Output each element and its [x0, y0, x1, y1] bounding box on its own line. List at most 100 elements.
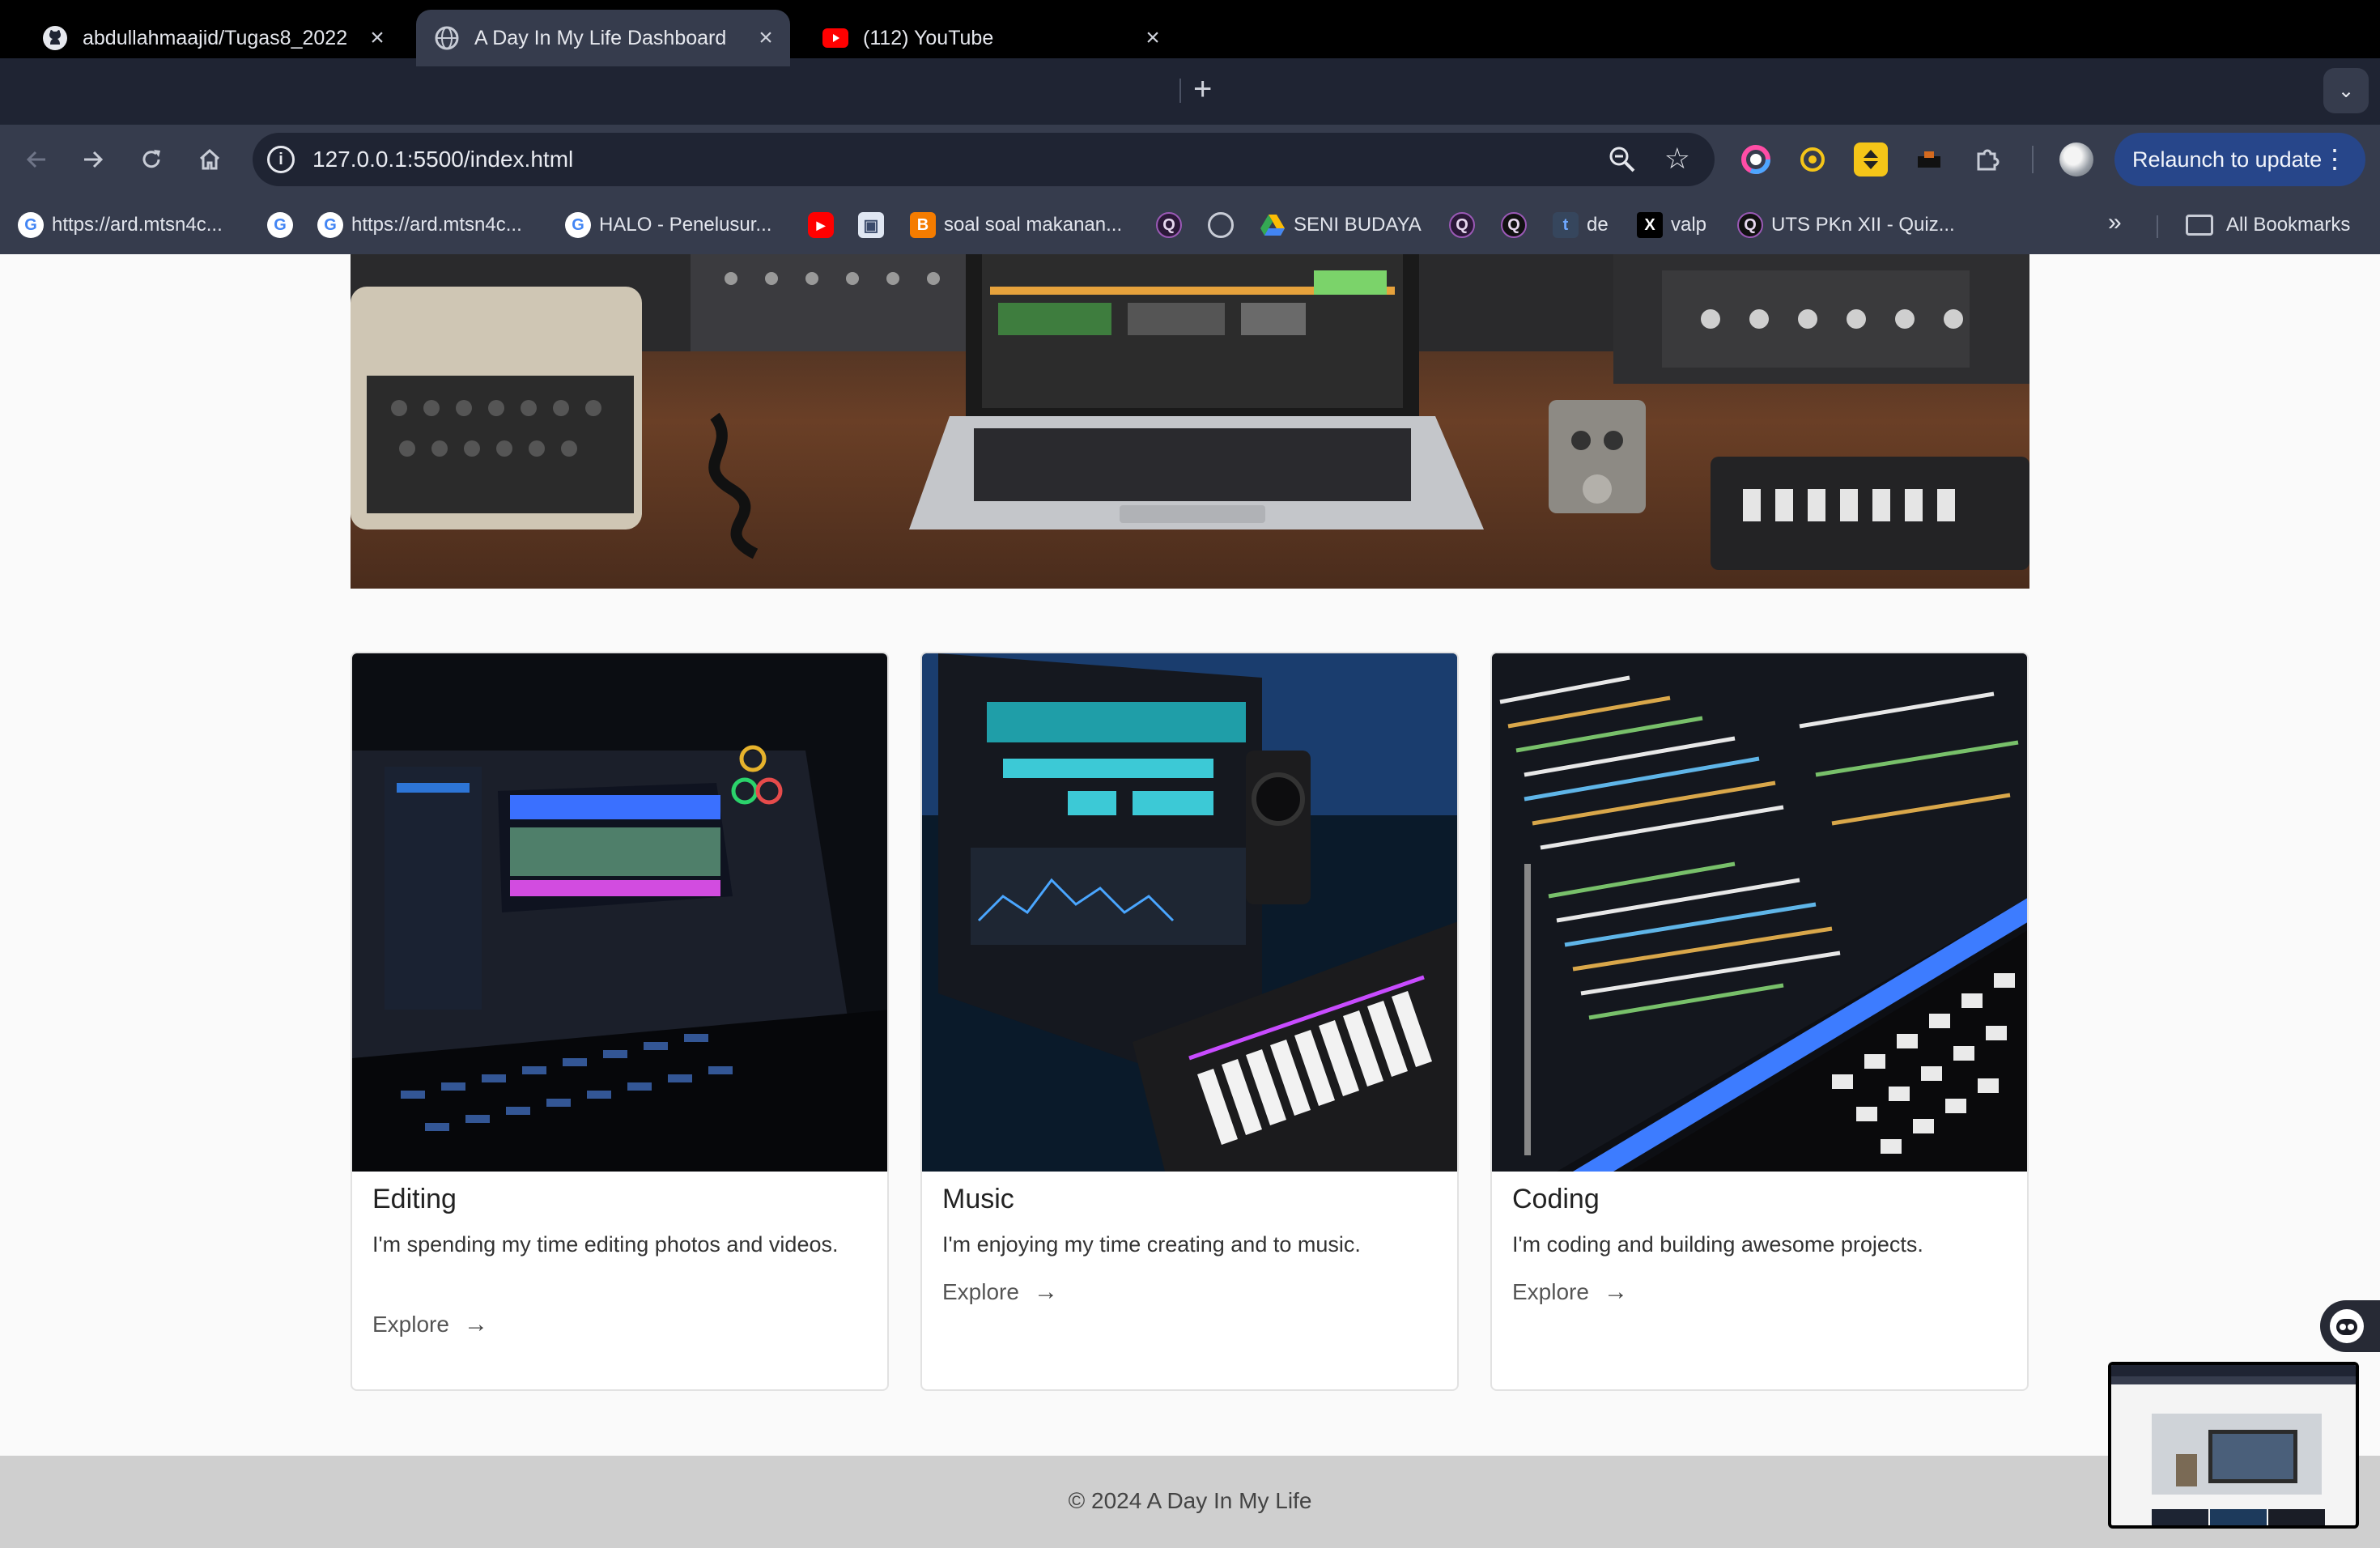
bookmark-item[interactable]: SENI BUDAYA — [1260, 209, 1422, 241]
bookmark-item[interactable]: G HALO - Penelusur... — [565, 209, 771, 241]
reload-icon — [142, 150, 160, 168]
home-icon — [199, 148, 220, 170]
tab-title: A Day In My Life Dashboard — [474, 26, 727, 49]
bookmark-star-icon[interactable]: ☆ — [1664, 142, 1690, 176]
folder-icon — [2186, 215, 2213, 236]
close-icon[interactable]: × — [753, 25, 779, 51]
tab-search-button[interactable]: ⌄ — [2323, 68, 2369, 113]
more-bookmarks-icon[interactable]: » — [2108, 209, 2122, 236]
chevron-down-icon: ⌄ — [2337, 79, 2355, 102]
quizizz-icon: Q — [1501, 212, 1527, 238]
card-title: Editing — [372, 1184, 457, 1214]
tab-dashboard[interactable]: A Day In My Life Dashboard × — [416, 10, 790, 66]
explore-label: Explore — [372, 1312, 449, 1337]
extension-color-icon[interactable] — [1739, 142, 1773, 176]
blogger-icon: B — [910, 212, 936, 238]
card-text: I'm spending my time editing photos and … — [372, 1232, 839, 1257]
app-icon: ▣ — [858, 212, 884, 238]
bookmark-item[interactable]: ▣ — [858, 209, 892, 241]
google-icon: G — [18, 212, 44, 238]
bookmark-item[interactable]: G — [267, 209, 301, 241]
reload-button[interactable] — [133, 141, 170, 178]
x-icon: X — [1637, 212, 1663, 238]
quizizz-icon: Q — [1737, 212, 1763, 238]
zoom-icon[interactable] — [1606, 143, 1638, 176]
bookmark-item[interactable]: Q UTS PKn XII - Quiz... — [1737, 209, 1955, 241]
hero-image — [351, 254, 2029, 589]
back-button[interactable] — [18, 141, 55, 178]
arrow-right-icon: → — [1033, 1278, 1058, 1305]
extension-arrows-icon[interactable] — [1854, 142, 1888, 176]
explore-link[interactable]: Explore → — [1512, 1278, 1628, 1306]
quizizz-icon: Q — [1449, 212, 1475, 238]
music-image — [922, 653, 1457, 1172]
bookmark-label: https://ard.mtsn4c... — [52, 214, 223, 236]
all-bookmarks-label: All Bookmarks — [2226, 214, 2351, 236]
home-button[interactable] — [191, 141, 228, 178]
bookmark-label: HALO - Penelusur... — [599, 214, 772, 236]
explore-label: Explore — [942, 1279, 1019, 1304]
forward-button[interactable] — [74, 141, 112, 178]
bookmark-label: soal soal makanan... — [944, 214, 1123, 236]
tab-youtube[interactable]: (112) YouTube × — [805, 10, 1177, 66]
card-music: Music I'm enjoying my time creating and … — [920, 652, 1459, 1391]
close-icon[interactable]: × — [1140, 25, 1166, 51]
tab-github[interactable]: abdullahmaajid/Tugas8_2022 × — [24, 10, 402, 66]
arrow-left-icon — [26, 151, 45, 168]
close-icon[interactable]: × — [364, 25, 390, 51]
google-icon: G — [565, 212, 591, 238]
relaunch-button[interactable]: Relaunch to update ⋮ — [2114, 133, 2365, 186]
bookmark-item[interactable]: G https://ard.mtsn4c... — [317, 209, 522, 241]
bookmark-item[interactable]: G https://ard.mtsn4c... — [18, 209, 223, 241]
card-text: I'm enjoying my time creating and to mus… — [942, 1232, 1361, 1257]
bookmark-item[interactable]: t de — [1553, 209, 1609, 241]
bookmark-label: https://ard.mtsn4c... — [351, 214, 522, 236]
toolbar-separator — [2032, 146, 2034, 173]
bookmark-label: UTS PKn XII - Quiz... — [1771, 214, 1955, 236]
new-tab-button[interactable]: + — [1193, 73, 1212, 105]
google-icon: G — [317, 212, 343, 238]
drive-icon — [1260, 212, 1286, 238]
card-text: I'm coding and building awesome projects… — [1512, 1232, 1923, 1257]
explore-link[interactable]: Explore → — [372, 1311, 488, 1338]
picture-in-picture-preview[interactable] — [2108, 1362, 2359, 1529]
globe-icon — [1208, 212, 1234, 238]
all-bookmarks-button[interactable]: All Bookmarks — [2186, 209, 2350, 241]
bookmark-item[interactable]: ▶ — [808, 209, 842, 241]
profile-avatar[interactable] — [2059, 142, 2093, 176]
bookmark-item[interactable]: Q — [1501, 209, 1535, 241]
card-coding: Coding I'm coding and building awesome p… — [1490, 652, 2029, 1391]
google-icon: G — [267, 212, 293, 238]
more-menu-icon[interactable]: ⋮ — [2322, 144, 2348, 173]
extension-grammar-icon[interactable] — [1796, 142, 1830, 176]
globe-icon — [434, 25, 460, 51]
browser-toolbar: i 127.0.0.1:5500/index.html ☆ Relaunch t… — [0, 125, 2380, 194]
footer-text: © 2024 A Day In My Life — [1068, 1488, 1312, 1513]
address-bar[interactable]: i 127.0.0.1:5500/index.html ☆ — [253, 133, 1715, 186]
bookmark-item[interactable]: Q — [1449, 209, 1483, 241]
extension-dark-icon[interactable] — [1912, 142, 1946, 176]
bookmarks-bar: G https://ard.mtsn4c... G G https://ard.… — [0, 194, 2380, 254]
bookmark-item[interactable]: Q — [1156, 209, 1190, 241]
card-title: Music — [942, 1184, 1014, 1214]
bookmark-label: de — [1587, 214, 1609, 236]
card-editing: Editing I'm spending my time editing pho… — [351, 652, 889, 1391]
assistant-bubble[interactable] — [2320, 1300, 2380, 1352]
tab-bar — [0, 58, 2380, 125]
arrow-right-icon — [84, 151, 104, 168]
bot-icon — [2330, 1309, 2364, 1343]
info-icon[interactable]: i — [267, 146, 295, 173]
explore-link[interactable]: Explore → — [942, 1278, 1058, 1306]
tumblr-icon: t — [1553, 212, 1579, 238]
url-text[interactable]: 127.0.0.1:5500/index.html — [312, 147, 573, 172]
tab-title: abdullahmaajid/Tugas8_2022 — [83, 26, 348, 49]
coding-image — [1492, 653, 2027, 1172]
tab-separator — [1179, 79, 1181, 103]
github-icon — [42, 25, 68, 51]
bookmark-item[interactable]: X valp — [1637, 209, 1706, 241]
bookmark-item[interactable] — [1208, 209, 1242, 241]
quizizz-icon: Q — [1156, 212, 1182, 238]
bookmark-label: valp — [1671, 214, 1707, 236]
extensions-puzzle-icon[interactable] — [1970, 142, 2004, 176]
bookmark-item[interactable]: B soal soal makanan... — [910, 209, 1122, 241]
